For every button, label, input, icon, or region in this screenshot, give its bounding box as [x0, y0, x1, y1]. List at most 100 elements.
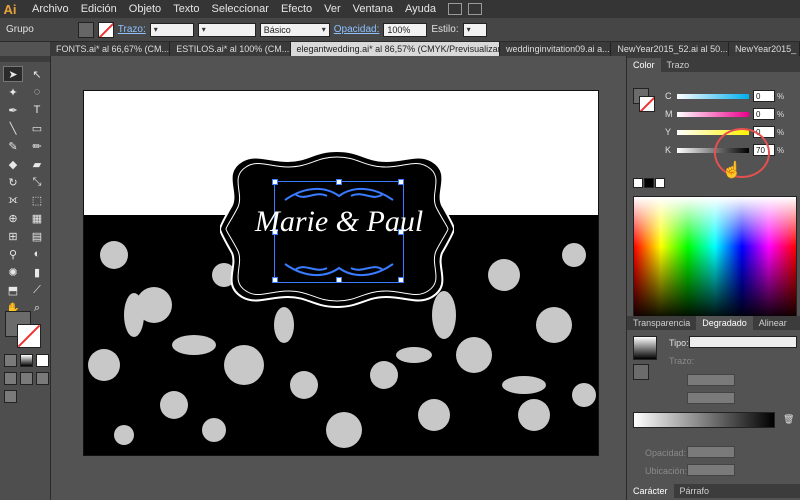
variable-width-select[interactable]: ▾: [197, 22, 256, 37]
stop-opacity-input[interactable]: [687, 446, 735, 458]
tab-estilos[interactable]: ESTILOS.ai* al 100% (CM...: [170, 42, 291, 56]
gradient-fill-box[interactable]: [633, 364, 649, 380]
perspective-grid-tool-icon[interactable]: ▦: [27, 210, 47, 226]
pencil-tool-icon[interactable]: ✏: [27, 138, 47, 154]
swatch-none[interactable]: [633, 178, 643, 188]
trazo-label: Trazo:: [669, 356, 695, 366]
screen-mode-icon[interactable]: [4, 390, 17, 403]
handle-bm[interactable]: [336, 277, 342, 283]
gradient-mode-icon[interactable]: [20, 354, 33, 367]
handle-br[interactable]: [398, 277, 404, 283]
color-stroke-box[interactable]: [639, 96, 655, 112]
tab-alinear[interactable]: Alinear: [753, 316, 793, 330]
lasso-tool-icon[interactable]: ◌: [27, 84, 47, 100]
menu-archivo[interactable]: Archivo: [26, 0, 75, 18]
cyan-slider[interactable]: [677, 93, 749, 99]
eraser-tool-icon[interactable]: ▰: [27, 156, 47, 172]
symbol-sprayer-tool-icon[interactable]: ✺: [3, 264, 23, 280]
magenta-input[interactable]: 0: [753, 108, 775, 120]
stroke-swatch[interactable]: [97, 21, 114, 38]
angle-input[interactable]: [687, 374, 735, 386]
handle-tm[interactable]: [336, 179, 342, 185]
tab-color[interactable]: Color: [627, 58, 661, 72]
width-tool-icon[interactable]: ⟗: [3, 192, 23, 208]
menu-objeto[interactable]: Objeto: [123, 0, 167, 18]
ubicacion-label: Ubicación:: [645, 466, 688, 476]
gradient-tool-icon[interactable]: ▤: [27, 228, 47, 244]
draw-inside-icon[interactable]: [36, 372, 49, 385]
slice-tool-icon[interactable]: ⟋: [27, 282, 47, 298]
cyan-input[interactable]: 0: [753, 90, 775, 102]
handle-tr[interactable]: [398, 179, 404, 185]
color-spectrum[interactable]: [633, 196, 797, 322]
pen-tool-icon[interactable]: ✒: [3, 102, 23, 118]
type-tool-icon[interactable]: T: [27, 102, 47, 118]
menu-ver[interactable]: Ver: [318, 0, 347, 18]
magenta-slider[interactable]: [677, 111, 749, 117]
blend-tool-icon[interactable]: ◐: [27, 246, 47, 262]
stroke-link[interactable]: Trazo:: [118, 24, 146, 35]
rotate-tool-icon[interactable]: ↻: [3, 174, 23, 190]
tab-degradado[interactable]: Degradado: [696, 316, 753, 330]
selection-tool-icon[interactable]: ➤: [3, 66, 23, 82]
scale-tool-icon[interactable]: ⤡: [27, 174, 47, 190]
tab-weddinginvitation[interactable]: weddinginvitation09.ai a...: [500, 42, 612, 56]
stop-location-input[interactable]: [687, 464, 735, 476]
none-mode-icon[interactable]: [36, 354, 49, 367]
artboard-tool-icon[interactable]: ⬒: [3, 282, 23, 298]
wedding-title[interactable]: Marie & Paul: [234, 205, 444, 239]
style-select[interactable]: ▾: [462, 22, 487, 37]
draw-normal-icon[interactable]: [4, 372, 17, 385]
stroke-color-box[interactable]: [17, 324, 41, 348]
magic-wand-tool-icon[interactable]: ✦: [3, 84, 23, 100]
column-graph-tool-icon[interactable]: ▮: [27, 264, 47, 280]
tab-elegantwedding[interactable]: elegantwedding.ai* al 86,57% (CMYK/Previ…: [290, 42, 501, 56]
tab-newyear[interactable]: NewYear2015_: [729, 42, 800, 56]
tab-transparencia[interactable]: Transparencia: [627, 316, 696, 330]
tab-parrafo[interactable]: Párrafo: [674, 484, 716, 498]
menu-efecto[interactable]: Efecto: [275, 0, 318, 18]
fill-swatch[interactable]: [77, 21, 94, 38]
stroke-weight-select[interactable]: ▾: [149, 22, 194, 37]
color-mode-icon[interactable]: [4, 354, 17, 367]
delete-stop-icon[interactable]: 🗑: [783, 414, 794, 425]
tab-fonts[interactable]: FONTS.ai* al 66,67% (CM...: [50, 42, 171, 56]
arrange-icon[interactable]: [468, 3, 483, 15]
canvas-workspace[interactable]: Marie & Paul: [51, 56, 625, 500]
tab-trazo[interactable]: Trazo: [661, 58, 696, 72]
eyedropper-tool-icon[interactable]: ⚲: [3, 246, 23, 262]
gradient-slider[interactable]: [633, 412, 775, 428]
swatch-white[interactable]: [655, 178, 665, 188]
handle-bl[interactable]: [272, 277, 278, 283]
shape-builder-tool-icon[interactable]: ⊕: [3, 210, 23, 226]
tab-caracter[interactable]: Carácter: [627, 484, 674, 498]
handle-tl[interactable]: [272, 179, 278, 185]
gradient-panel-tabs: Transparencia Degradado Alinear: [627, 316, 800, 330]
menu-ventana[interactable]: Ventana: [347, 0, 399, 18]
rectangle-tool-icon[interactable]: ▭: [27, 120, 47, 136]
artboard[interactable]: Marie & Paul: [83, 90, 599, 456]
tools-grip[interactable]: [0, 56, 50, 62]
brush-select[interactable]: Básico ▾: [259, 22, 330, 37]
paintbrush-tool-icon[interactable]: ✎: [3, 138, 23, 154]
opacity-link[interactable]: Opacidad:: [334, 24, 380, 35]
blob-brush-tool-icon[interactable]: ◆: [3, 156, 23, 172]
free-transform-tool-icon[interactable]: ⬚: [27, 192, 47, 208]
direct-selection-tool-icon[interactable]: ↖: [27, 66, 47, 82]
menu-ayuda[interactable]: Ayuda: [399, 0, 442, 18]
opacity-input[interactable]: 100%: [383, 22, 428, 37]
gradient-panel: Tipo: Trazo: 🗑 Opacidad: Ubicación:: [627, 330, 800, 480]
bridge-icon[interactable]: [448, 3, 463, 15]
draw-behind-icon[interactable]: [20, 372, 33, 385]
tab-newyear-52[interactable]: NewYear2015_52.ai al 50...: [611, 42, 729, 56]
aspect-input[interactable]: [687, 392, 735, 404]
menu-edicion[interactable]: Edición: [75, 0, 123, 18]
line-tool-icon[interactable]: ╲: [3, 120, 23, 136]
gradient-type-select[interactable]: [689, 336, 797, 348]
menu-texto[interactable]: Texto: [167, 0, 205, 18]
menu-seleccionar[interactable]: Seleccionar: [205, 0, 274, 18]
mesh-tool-icon[interactable]: ⊞: [3, 228, 23, 244]
swatch-black[interactable]: [644, 178, 654, 188]
screen-mode-row: [4, 390, 17, 403]
gradient-preview[interactable]: [633, 336, 657, 360]
